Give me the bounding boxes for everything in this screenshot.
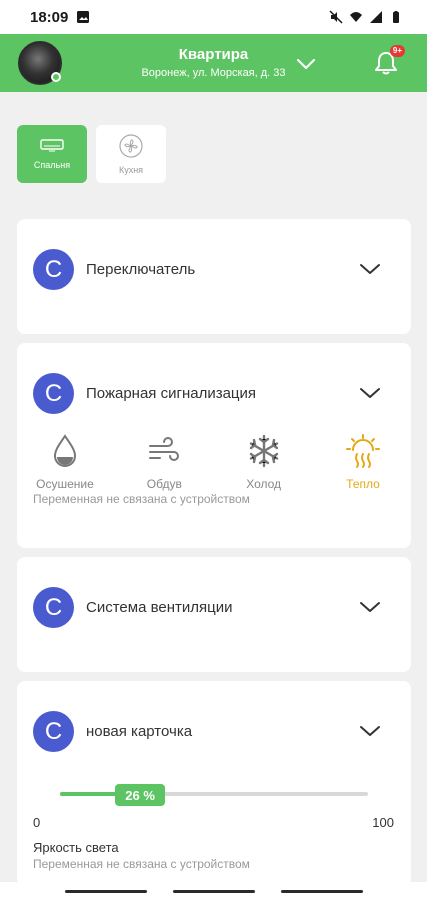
page-title: Квартира [178, 46, 249, 63]
card-avatar: С [33, 373, 74, 414]
mode-label: Осушение [36, 477, 94, 491]
chevron-down-icon[interactable] [359, 385, 381, 401]
chevron-down-icon[interactable] [359, 599, 381, 615]
card-title: Пожарная сигнализация [86, 385, 257, 402]
mode-dehumidify[interactable]: Осушение [33, 433, 97, 491]
device-card: С Переключатель [17, 219, 411, 334]
signal-icon [370, 11, 382, 23]
device-card: С Пожарная сигнализация Осушение Обдув Х… [17, 343, 411, 548]
battery-icon [393, 11, 399, 23]
mode-label: Тепло [346, 477, 380, 491]
nav-back-handle[interactable] [64, 889, 147, 893]
status-time: 18:09 [30, 8, 69, 26]
card-avatar: С [33, 711, 74, 752]
wind-icon [149, 437, 180, 461]
fan-icon [119, 134, 143, 158]
chevron-down-icon[interactable] [294, 52, 318, 76]
room-tab-kitchen[interactable]: Кухня [96, 125, 166, 183]
wifi-icon [350, 12, 362, 22]
slider-min-label: 0 [33, 815, 41, 830]
location-address: Воронеж, ул. Морская, д. 33 [141, 67, 286, 79]
card-title: Переключатель [86, 261, 196, 278]
mode-label: Холод [246, 477, 282, 491]
room-tab-bedroom[interactable]: Спальня [17, 125, 87, 183]
status-right [329, 10, 403, 24]
notification-badge: 9+ [389, 45, 405, 57]
card-header: С Система вентиляции [33, 587, 232, 628]
device-card: С новая карточка 26 % 0 100 Яркость свет… [17, 681, 411, 886]
chevron-down-icon[interactable] [359, 261, 381, 277]
avatar[interactable] [18, 41, 62, 85]
brightness-slider[interactable] [60, 792, 368, 796]
mode-label: Обдув [146, 477, 182, 491]
slider-thumb[interactable]: 26 % [115, 784, 166, 806]
unlinked-variable-note: Переменная не связана с устройством [33, 857, 250, 871]
droplet-icon [53, 434, 77, 467]
card-header: С Переключатель [33, 249, 195, 290]
mode-selector: Осушение Обдув Холод Тепло [33, 433, 395, 491]
card-header: С новая карточка [33, 711, 192, 752]
online-status-dot [51, 72, 61, 82]
room-tab-label: Кухня [118, 165, 144, 175]
sun-heat-icon [345, 434, 380, 468]
status-left: 18:09 [30, 9, 90, 26]
snowflake-icon [249, 434, 278, 468]
card-header: С Пожарная сигнализация [33, 373, 256, 414]
room-tabs: Спальня Кухня [17, 125, 166, 183]
chevron-down-icon[interactable] [359, 723, 381, 739]
mode-cool[interactable]: Холод [232, 433, 296, 491]
air-conditioner-icon [40, 139, 64, 152]
navigation-bar [0, 882, 427, 900]
unlinked-variable-note: Переменная не связана с устройством [33, 492, 250, 506]
mode-blow[interactable]: Обдув [132, 433, 196, 491]
app-header: Квартира Воронеж, ул. Морская, д. 33 9+ [0, 34, 427, 92]
device-card: С Система вентиляции [17, 557, 411, 672]
card-avatar: С [33, 587, 74, 628]
gallery-icon [77, 11, 90, 23]
card-title: новая карточка [86, 723, 193, 740]
status-bar: 18:09 [0, 0, 427, 34]
nav-recents-handle[interactable] [280, 889, 363, 893]
mute-icon [329, 10, 343, 24]
card-title: Система вентиляции [86, 599, 233, 616]
room-tab-label: Спальня [33, 160, 71, 170]
nav-home-handle[interactable] [172, 889, 255, 893]
mode-heat[interactable]: Тепло [331, 433, 395, 491]
card-avatar: С [33, 249, 74, 290]
slider-title: Яркость света [33, 840, 119, 855]
slider-max-label: 100 [372, 815, 394, 830]
location-selector[interactable]: Квартира Воронеж, ул. Морская, д. 33 [0, 46, 427, 79]
